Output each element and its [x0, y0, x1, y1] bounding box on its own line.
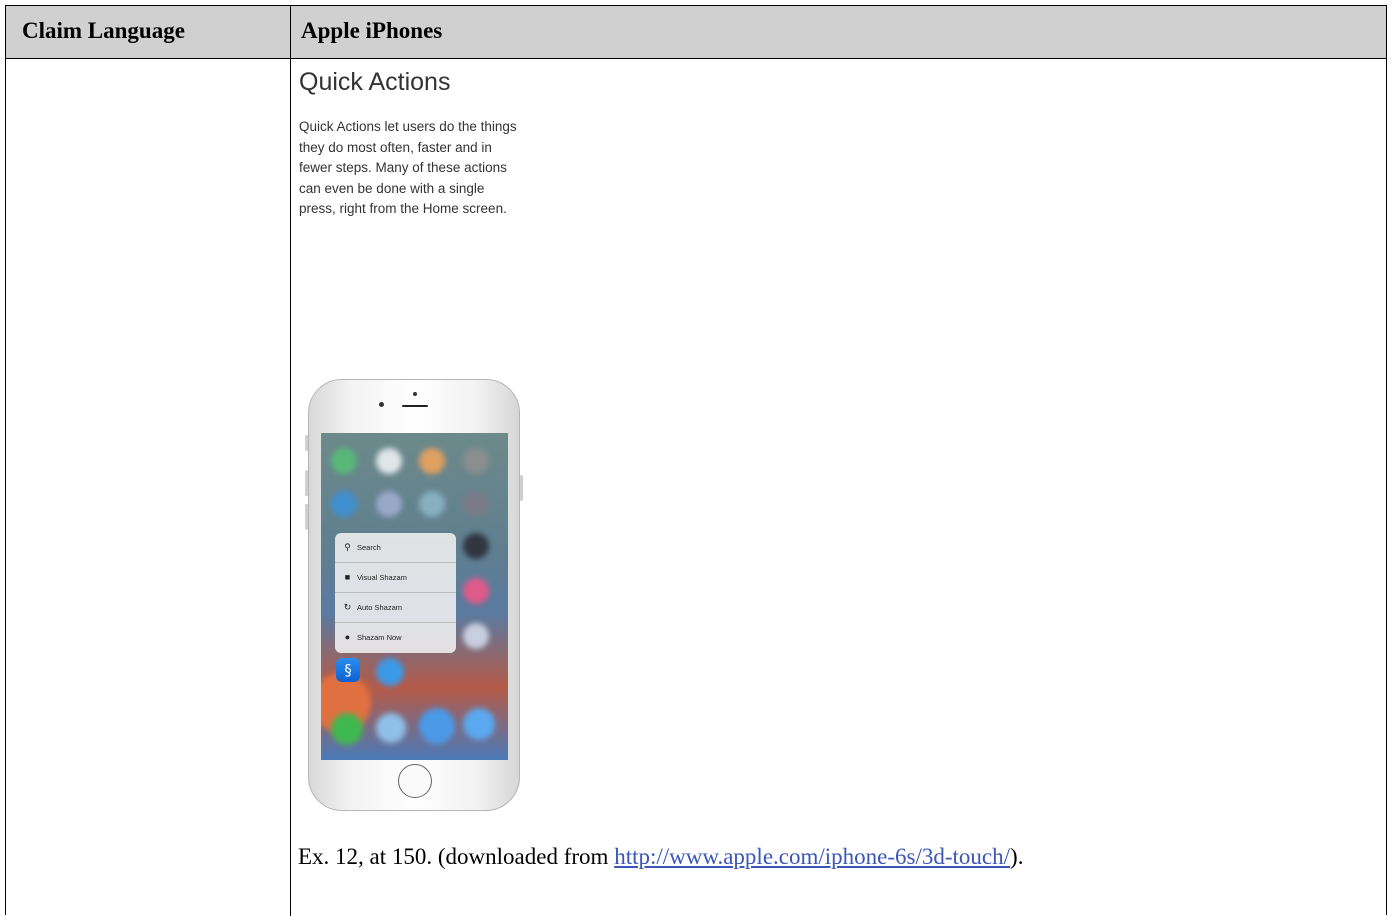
quick-actions-description: Quick Actions let users do the things th…	[299, 119, 517, 216]
refresh-icon: ↻	[343, 602, 352, 612]
power-button	[520, 475, 523, 501]
quick-action-visual-shazam-label: Visual Shazam	[357, 573, 407, 582]
caption-suffix: ).	[1010, 844, 1024, 869]
header-claim-language: Claim Language	[22, 18, 185, 43]
iphone-illustration: ⚲ Search ■ Visual Shazam ↻ Auto Shazam ●…	[305, 379, 523, 811]
quick-action-shazam-now-label: Shazam Now	[357, 633, 402, 642]
camera-icon: ■	[344, 572, 351, 582]
source-link[interactable]: http://www.apple.com/iphone-6s/3d-touch/	[614, 844, 1010, 869]
quick-action-auto-shazam[interactable]: ↻ Auto Shazam	[335, 593, 456, 623]
volume-down-button	[305, 504, 308, 530]
caption-prefix: Ex. 12, at 150. (downloaded from	[298, 844, 615, 869]
quick-action-auto-shazam-label: Auto Shazam	[357, 603, 403, 612]
table-header-row: Claim Language Apple iPhones	[6, 6, 1386, 59]
quick-action-search-label: Search	[357, 543, 381, 552]
exhibit-caption: Ex. 12, at 150. (downloaded from http://…	[298, 844, 1023, 870]
proximity-sensor	[379, 402, 384, 407]
home-button	[398, 764, 432, 798]
front-camera	[413, 392, 417, 396]
header-apple-iphones: Apple iPhones	[301, 18, 443, 43]
quick-action-shazam-now[interactable]: ● Shazam Now	[335, 623, 456, 653]
earpiece-speaker	[402, 405, 428, 407]
quick-actions-menu: ⚲ Search ■ Visual Shazam ↻ Auto Shazam ●…	[335, 533, 456, 653]
quick-action-visual-shazam[interactable]: ■ Visual Shazam	[335, 563, 456, 593]
shazam-icon: ●	[344, 632, 351, 642]
claim-chart-table: Claim Language Apple iPhones	[5, 5, 1387, 916]
search-icon: ⚲	[344, 542, 351, 552]
volume-up-button	[305, 470, 308, 496]
mute-switch	[305, 435, 308, 451]
quick-actions-title: Quick Actions	[299, 68, 451, 96]
column-divider	[290, 6, 291, 916]
phone-screen: ⚲ Search ■ Visual Shazam ↻ Auto Shazam ●…	[321, 433, 508, 760]
quick-action-search[interactable]: ⚲ Search	[335, 533, 456, 563]
shazam-app-icon[interactable]: §	[336, 658, 360, 682]
